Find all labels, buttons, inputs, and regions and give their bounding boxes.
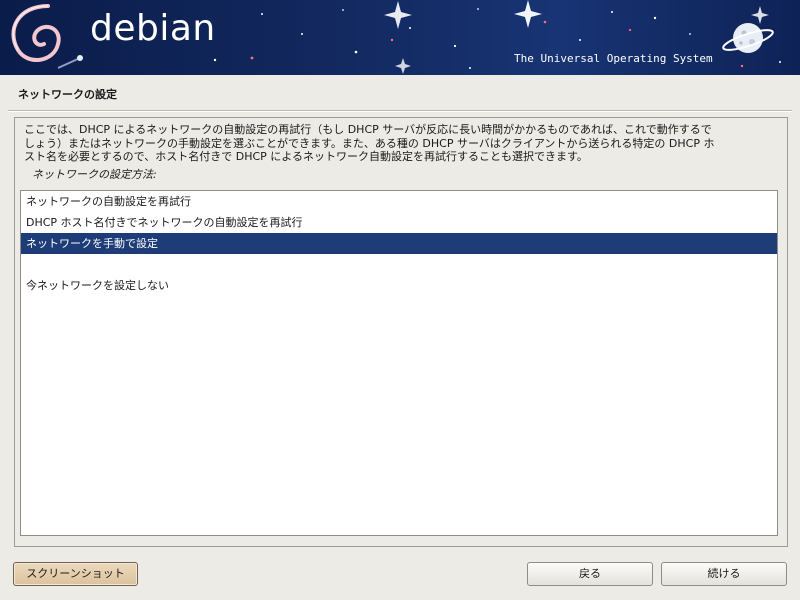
option-retry-autoconfig[interactable]: ネットワークの自動設定を再試行 xyxy=(21,191,777,212)
question-label: ネットワークの設定方法: xyxy=(32,168,157,181)
description-line: しょう）またはネットワークの手動設定を選ぶことができます。また、ある種の DHC… xyxy=(24,136,715,150)
options-listbox[interactable]: ネットワークの自動設定を再試行 DHCP ホスト名付きでネットワークの自動設定を… xyxy=(20,190,778,536)
tagline: The Universal Operating System xyxy=(514,52,713,65)
description-line: ここでは、DHCP によるネットワークの自動設定の再試行（もし DHCP サーバ… xyxy=(24,123,712,136)
header-banner: debian The Universal Operating System xyxy=(0,0,800,75)
option-separator xyxy=(21,254,777,275)
description-text: ここでは、DHCP によるネットワークの自動設定の再試行（もし DHCP サーバ… xyxy=(24,123,779,164)
title-divider xyxy=(8,110,792,112)
debian-logo: debian xyxy=(90,8,216,49)
continue-button[interactable]: 続ける xyxy=(661,562,787,586)
option-manual-config[interactable]: ネットワークを手動で設定 xyxy=(21,233,777,254)
description-line: スト名を必要とするので、ホスト名付きで DHCP によるネットワーク自動設定を再… xyxy=(24,150,588,163)
comet-icon xyxy=(57,55,83,69)
back-button[interactable]: 戻る xyxy=(527,562,653,586)
page-title: ネットワークの設定 xyxy=(18,88,117,101)
planet-icon xyxy=(722,23,774,53)
debian-swirl-icon xyxy=(11,4,61,62)
option-do-not-configure[interactable]: 今ネットワークを設定しない xyxy=(21,275,777,296)
option-retry-dhcp-hostname[interactable]: DHCP ホスト名付きでネットワークの自動設定を再試行 xyxy=(21,212,777,233)
screenshot-button[interactable]: スクリーンショット xyxy=(13,562,138,586)
